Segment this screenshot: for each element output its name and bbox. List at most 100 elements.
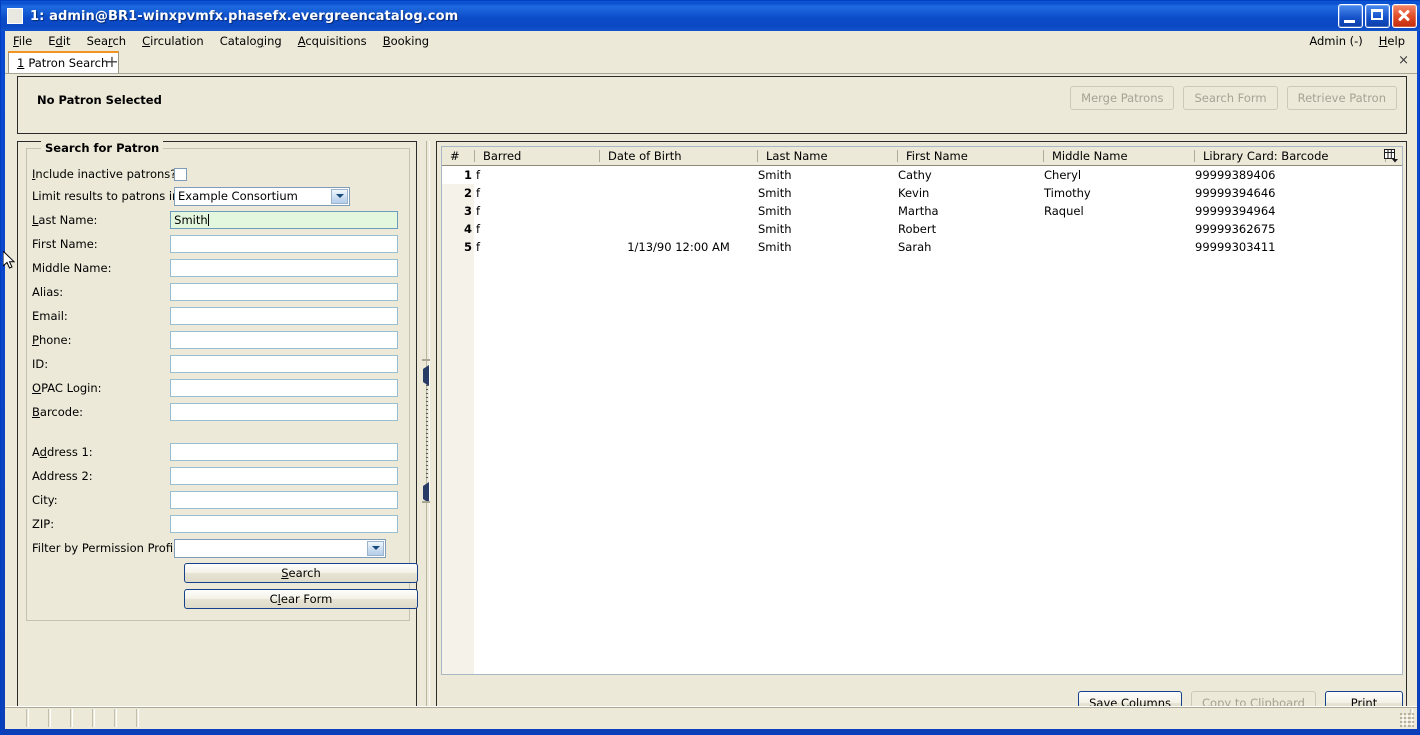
- search-groupbox-title: Search for Patron: [41, 141, 164, 155]
- minimize-icon[interactable]: [1338, 4, 1363, 28]
- clear-form-button[interactable]: Clear Form: [184, 589, 418, 609]
- cell-dob: [600, 220, 757, 238]
- cell-barred: f: [476, 204, 481, 218]
- phone-label: Phone:: [32, 333, 72, 347]
- cell-barcode: 99999362675: [1195, 222, 1276, 236]
- row-number: 5: [463, 240, 472, 254]
- table-row[interactable]: 3 f Smith Martha Raquel 99999394964: [442, 202, 1402, 220]
- column-header-barred[interactable]: Barred: [475, 147, 600, 165]
- address1-input[interactable]: [170, 443, 398, 461]
- first-name-input[interactable]: [170, 235, 398, 253]
- resize-grip-icon[interactable]: [1400, 713, 1414, 727]
- menu-bar-right: Admin (-) Help: [1301, 31, 1413, 51]
- panel-splitter[interactable]: [418, 141, 436, 721]
- limit-results-select[interactable]: Example Consortium: [174, 186, 350, 206]
- collapse-left-icon-2[interactable]: [423, 482, 431, 503]
- cell-dob: [600, 202, 757, 220]
- cell-barred: f: [476, 186, 481, 200]
- search-panel: Search for Patron Include inactive patro…: [17, 141, 418, 721]
- results-panel: # Barred Date of Birth Last Name First N…: [436, 141, 1407, 721]
- status-cell-6: [117, 709, 139, 727]
- cell-barred: f: [476, 240, 481, 254]
- address2-input[interactable]: [170, 467, 398, 485]
- menu-search[interactable]: Search: [79, 32, 135, 50]
- chevron-down-icon[interactable]: [331, 188, 348, 204]
- menu-admin[interactable]: Admin (-): [1301, 32, 1370, 50]
- patron-status-label: No Patron Selected: [37, 93, 162, 107]
- zip-label: ZIP:: [32, 517, 55, 531]
- last-name-label: Last Name:: [32, 213, 98, 227]
- permission-profile-label: Filter by Permission Profile:: [32, 541, 188, 555]
- column-header-middle-name[interactable]: Middle Name: [1044, 147, 1195, 165]
- field-row-opac-login: OPAC Login:: [22, 376, 398, 400]
- email-input[interactable]: [170, 307, 398, 325]
- cell-middle-name: Raquel: [1044, 204, 1084, 218]
- city-input[interactable]: [170, 491, 398, 509]
- menu-edit[interactable]: Edit: [40, 32, 78, 50]
- column-picker-icon[interactable]: [1384, 149, 1399, 163]
- maximize-icon[interactable]: [1365, 4, 1390, 28]
- menu-booking[interactable]: Booking: [375, 32, 437, 50]
- merge-patrons-button[interactable]: Merge Patrons: [1070, 86, 1175, 110]
- plus-icon[interactable]: +: [104, 54, 120, 70]
- permission-profile-select[interactable]: [174, 538, 386, 558]
- patron-summary-header: No Patron Selected Merge Patrons Search …: [17, 76, 1407, 134]
- cell-first-name: Robert: [898, 222, 937, 236]
- search-button[interactable]: Search: [184, 563, 418, 583]
- column-header-library-card-barcode[interactable]: Library Card: Barcode: [1195, 147, 1385, 165]
- last-name-input[interactable]: Smith: [170, 211, 398, 229]
- table-row[interactable]: 5 f 1/13/90 12:00 AM Smith Sarah 9999930…: [442, 238, 1402, 256]
- menu-acquisitions[interactable]: Acquisitions: [290, 32, 375, 50]
- field-row-first-name: First Name:: [22, 232, 398, 256]
- field-row-address2: Address 2:: [22, 464, 398, 488]
- cell-last-name: Smith: [758, 204, 792, 218]
- field-row-limit-results: Limit results to patrons in Example Cons…: [22, 184, 398, 208]
- menu-help[interactable]: Help: [1371, 32, 1413, 50]
- collapse-left-icon[interactable]: [423, 365, 431, 386]
- menu-cataloging[interactable]: Cataloging: [212, 32, 290, 50]
- barcode-input[interactable]: [170, 403, 398, 421]
- middle-name-input[interactable]: [170, 259, 398, 277]
- cell-last-name: Smith: [758, 186, 792, 200]
- search-form-button[interactable]: Search Form: [1183, 86, 1278, 110]
- cell-barcode: 99999389406: [1195, 168, 1276, 182]
- first-name-label: First Name:: [32, 237, 98, 251]
- menu-file[interactable]: File: [5, 32, 40, 50]
- barcode-label: Barcode:: [32, 405, 84, 419]
- zip-input[interactable]: [170, 515, 398, 533]
- retrieve-patron-button[interactable]: Retrieve Patron: [1286, 86, 1397, 110]
- cell-barcode: 99999394964: [1195, 204, 1276, 218]
- table-row[interactable]: 4 f Smith Robert 99999362675: [442, 220, 1402, 238]
- results-grid[interactable]: # Barred Date of Birth Last Name First N…: [441, 146, 1403, 675]
- chevron-down-icon[interactable]: [367, 540, 384, 556]
- field-row-permission-profile: Filter by Permission Profile:: [22, 536, 398, 560]
- close-tab-icon[interactable]: ×: [1398, 54, 1409, 68]
- cell-last-name: Smith: [758, 240, 792, 254]
- field-row-id: ID:: [22, 352, 398, 376]
- opac-login-input[interactable]: [170, 379, 398, 397]
- column-header-last-name[interactable]: Last Name: [758, 147, 898, 165]
- status-cell-1: [7, 709, 29, 727]
- address1-label: Address 1:: [32, 445, 93, 459]
- tab-patron-search[interactable]: 1 Patron Search: [8, 51, 120, 73]
- window-controls: [1338, 4, 1417, 28]
- close-icon[interactable]: [1392, 4, 1417, 28]
- id-input[interactable]: [170, 355, 398, 373]
- cell-barcode: 99999303411: [1195, 240, 1276, 254]
- column-header-number[interactable]: #: [442, 147, 474, 165]
- last-name-value: Smith: [174, 213, 208, 227]
- phone-input[interactable]: [170, 331, 398, 349]
- include-inactive-checkbox[interactable]: [174, 167, 187, 181]
- splitter-grip[interactable]: [426, 381, 428, 481]
- column-header-first-name[interactable]: First Name: [898, 147, 1044, 165]
- menu-circulation[interactable]: Circulation: [134, 32, 212, 50]
- column-header-dob[interactable]: Date of Birth: [600, 147, 758, 165]
- id-label: ID:: [32, 357, 49, 371]
- results-grid-header: # Barred Date of Birth Last Name First N…: [442, 147, 1402, 166]
- alias-input[interactable]: [170, 283, 398, 301]
- cell-barred: f: [476, 222, 481, 236]
- cell-first-name: Kevin: [898, 186, 930, 200]
- row-number-column-background: [442, 184, 474, 674]
- table-row[interactable]: 2 f Smith Kevin Timothy 99999394646: [442, 184, 1402, 202]
- table-row[interactable]: 1 f Smith Cathy Cheryl 99999389406: [442, 166, 1402, 184]
